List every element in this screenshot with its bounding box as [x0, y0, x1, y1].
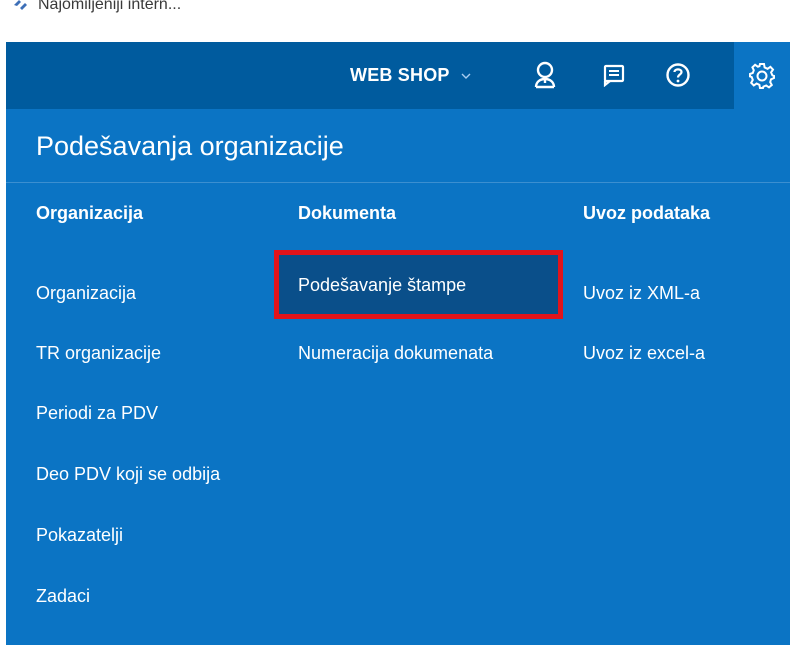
- link-podesavanje-stampe[interactable]: Podešavanje štampe: [298, 275, 466, 296]
- link-organizacija[interactable]: Organizacija: [36, 283, 136, 304]
- settings-button[interactable]: [734, 42, 790, 109]
- link-tr-organizacije[interactable]: TR organizacije: [36, 343, 161, 364]
- panel-title: Podešavanja organizacije: [36, 131, 344, 161]
- link-periodi-za-pdv[interactable]: Periodi za PDV: [36, 403, 158, 424]
- organization-settings-panel: Podešavanja organizacije Organizacija Or…: [6, 109, 790, 645]
- chevron-down-icon: [461, 73, 471, 79]
- help-icon[interactable]: [659, 56, 697, 94]
- bookmark-item-label: Najomiljeniji intern...: [38, 0, 182, 13]
- column-heading-organizacija: Organizacija: [36, 203, 144, 223]
- highlighted-menu-item[interactable]: Podešavanje štampe: [274, 250, 563, 319]
- column-heading-uvoz-podataka: Uvoz podataka: [583, 203, 711, 223]
- link-deo-pdv[interactable]: Deo PDV koji se odbija: [36, 464, 220, 485]
- link-uvoz-iz-excel[interactable]: Uvoz iz excel-a: [583, 343, 705, 364]
- webshop-label: WEB SHOP: [350, 65, 450, 85]
- column-heading-dokumenta: Dokumenta: [298, 203, 397, 223]
- webshop-dropdown[interactable]: WEB SHOP: [350, 42, 472, 109]
- user-icon[interactable]: [526, 56, 564, 94]
- link-pokazatelji[interactable]: Pokazatelji: [36, 525, 123, 546]
- bookmark-item[interactable]: Najomiljeniji intern...: [12, 0, 181, 14]
- top-navigation-bar: WEB SHOP: [6, 42, 790, 109]
- gear-icon: [749, 62, 775, 89]
- bookmark-bar: Najomiljeniji intern...: [0, 0, 790, 42]
- bookmark-folder-icon: [14, 0, 27, 10]
- link-numeracija-dokumenata[interactable]: Numeracija dokumenata: [298, 343, 493, 364]
- link-uvoz-iz-xml[interactable]: Uvoz iz XML-a: [583, 283, 700, 304]
- messages-icon[interactable]: [595, 56, 633, 94]
- panel-divider: [6, 182, 790, 183]
- link-zadaci[interactable]: Zadaci: [36, 586, 90, 607]
